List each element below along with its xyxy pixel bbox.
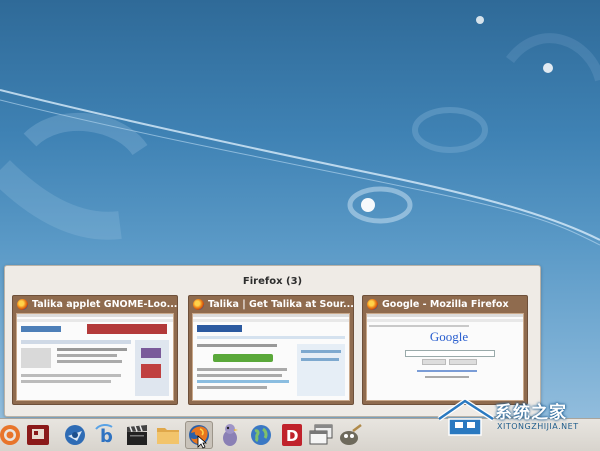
firefox-icon bbox=[367, 298, 378, 310]
window-thumbnail-label: Google - Mozilla Firefox bbox=[382, 298, 509, 310]
globe-icon[interactable] bbox=[247, 421, 275, 449]
watermark-text: 系统之家 bbox=[495, 403, 567, 423]
video-clapper-icon[interactable] bbox=[123, 421, 151, 449]
folder-icon[interactable] bbox=[154, 421, 182, 449]
gimp-icon[interactable] bbox=[336, 421, 364, 449]
svg-text:D: D bbox=[286, 427, 298, 445]
red-d-icon[interactable]: D bbox=[278, 421, 306, 449]
google-logo: Google bbox=[429, 329, 469, 344]
window-thumbnail-label: Talika applet GNOME-Loo... bbox=[32, 298, 177, 310]
ubuntu-logo-icon[interactable] bbox=[0, 421, 24, 449]
blog-b-icon[interactable]: b bbox=[92, 421, 120, 449]
house-logo-icon bbox=[437, 398, 495, 436]
window-preview bbox=[192, 313, 350, 401]
window-preview: Google bbox=[366, 313, 524, 401]
window-thumbnail-google[interactable]: Google - Mozilla Firefox Google bbox=[362, 295, 528, 405]
pidgin-icon[interactable] bbox=[216, 421, 244, 449]
watermark-url: XITONGZHIJIA.NET bbox=[497, 422, 579, 431]
windows-stack-icon[interactable] bbox=[307, 421, 335, 449]
red-presentation-icon[interactable] bbox=[24, 421, 52, 449]
firefox-icon[interactable] bbox=[185, 421, 213, 449]
firefox-icon bbox=[17, 298, 28, 310]
thunderbird-icon[interactable] bbox=[61, 421, 89, 449]
switcher-title: Firefox (3) bbox=[242, 276, 303, 287]
window-thumbnail-talika-applet[interactable]: Talika applet GNOME-Loo... bbox=[12, 295, 178, 405]
firefox-icon bbox=[193, 298, 204, 310]
window-thumbnail-label: Talika | Get Talika at Sour... bbox=[208, 298, 353, 310]
window-preview bbox=[16, 313, 174, 401]
window-thumbnail-talika-sourceforge[interactable]: Talika | Get Talika at Sour... bbox=[188, 295, 354, 405]
site-watermark: 系统之家 XITONGZHIJIA.NET bbox=[435, 395, 600, 450]
svg-text:b: b bbox=[100, 426, 113, 447]
